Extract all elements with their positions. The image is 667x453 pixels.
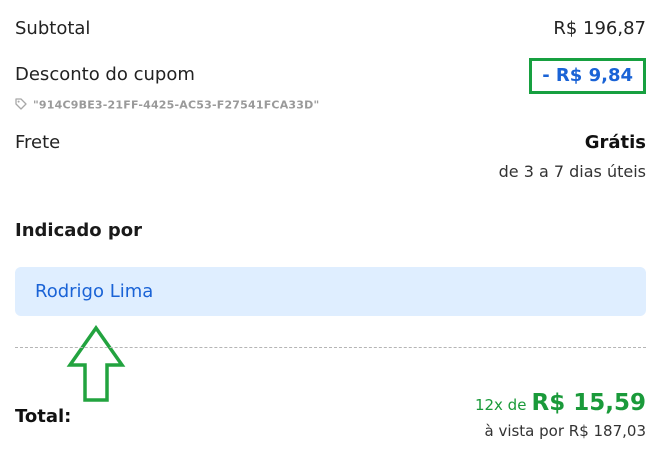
- referral-name: Rodrigo Lima: [35, 281, 154, 302]
- divider: [15, 347, 646, 348]
- total-row: Total: 12x de R$ 15,59 à vista por R$ 18…: [15, 390, 646, 450]
- subtotal-value: R$ 196,87: [553, 18, 646, 39]
- discount-label: Desconto do cupom: [15, 64, 195, 85]
- coupon-code: "914C9BE3-21FF-4425-AC53-F27541FCA33D": [15, 98, 319, 113]
- total-label: Total:: [15, 406, 72, 427]
- installment-prefix: 12x de: [474, 396, 527, 414]
- shipping-time: de 3 a 7 dias úteis: [498, 162, 646, 181]
- shipping-row: Frete Grátis de 3 a 7 dias úteis: [15, 132, 646, 188]
- installment-price: 12x de R$ 15,59: [475, 390, 646, 416]
- installment-value: R$ 15,59: [531, 390, 646, 416]
- coupon-code-text: "914C9BE3-21FF-4425-AC53-F27541FCA33D": [33, 98, 320, 112]
- discount-value: - R$ 9,84: [529, 58, 646, 94]
- referral-field[interactable]: Rodrigo Lima: [15, 267, 646, 316]
- shipping-value: Grátis: [584, 132, 646, 153]
- subtotal-row: Subtotal R$ 196,87: [15, 18, 646, 46]
- shipping-label: Frete: [15, 132, 61, 153]
- referral-title: Indicado por: [15, 220, 143, 241]
- subtotal-label: Subtotal: [15, 18, 91, 39]
- tag-icon: [15, 98, 27, 113]
- cash-price: à vista por R$ 187,03: [484, 422, 646, 440]
- coupon-discount-row: Desconto do cupom "914C9BE3-21FF-4425-AC…: [15, 58, 646, 116]
